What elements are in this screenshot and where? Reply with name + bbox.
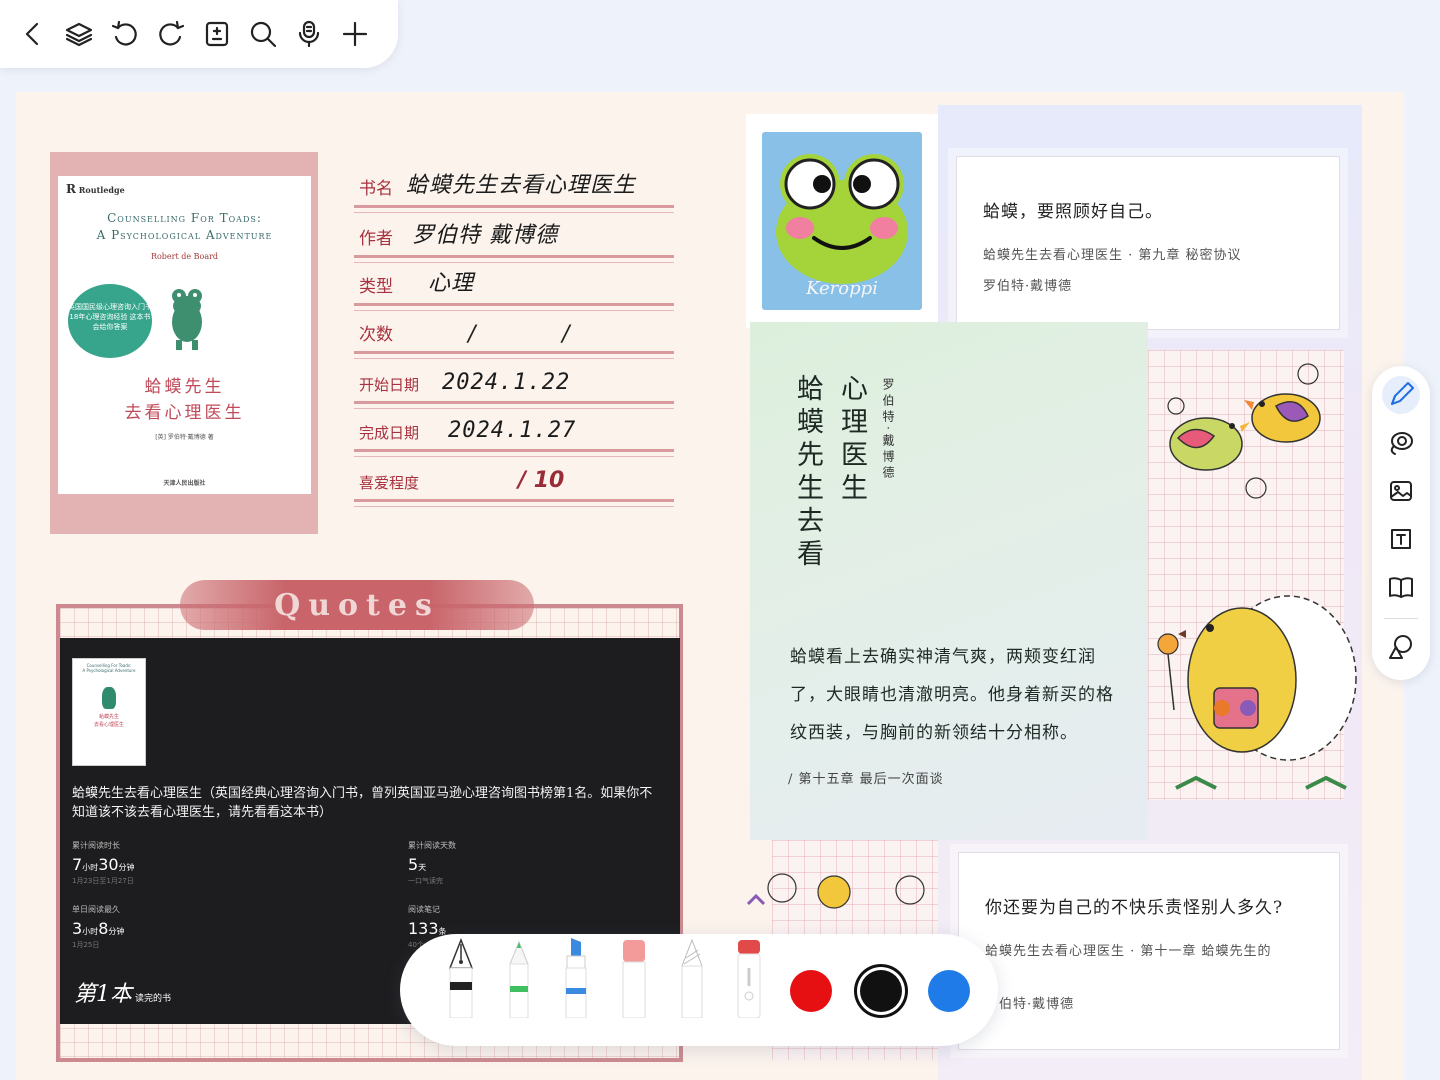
redo-icon[interactable] <box>152 15 190 53</box>
vertical-author: 罗伯特·戴博德 <box>881 378 895 482</box>
cover-credit: [英] 罗伯特·戴博德 著 <box>155 434 214 441</box>
book-name-value: 蛤蟆先生去看心理医生 <box>406 173 637 198</box>
vertical-title-col2: 心理医生 <box>836 374 867 506</box>
lasso-pen-icon[interactable] <box>734 934 764 1018</box>
quote-1-author: 罗伯特·戴博德 <box>983 279 1073 294</box>
quote-1-source: 蛤蟆先生去看心理医生 · 第九章 秘密协议 <box>983 248 1242 263</box>
blue-marker-icon[interactable] <box>562 936 590 1018</box>
title-card-source: / 第十五章 最后一次面谈 <box>788 772 944 787</box>
quotes-banner: Quotes <box>180 580 534 630</box>
cover-english-title: Counselling For Toads: A Psychological A… <box>96 211 273 242</box>
microphone-icon[interactable] <box>290 15 328 53</box>
start-date-row[interactable]: 开始日期 2024.1.22 <box>354 360 674 409</box>
quote-card-1[interactable]: 蛤蟆，要照顾好自己。 蛤蟆先生去看心理医生 · 第九章 秘密协议 罗伯特·戴博德 <box>956 156 1340 330</box>
cover-press: 天津人民出版社 <box>163 480 206 487</box>
rail-divider <box>1384 618 1418 619</box>
search-icon[interactable] <box>244 15 282 53</box>
right-tool-rail <box>1372 366 1430 680</box>
stat-total-time: 累计阅读时长 7小时30分钟 1月23日至1月27日 <box>72 841 135 885</box>
keroppi-sticker: Keroppi <box>762 132 922 310</box>
color-swatch-black[interactable] <box>860 970 902 1012</box>
rating-row[interactable]: 喜爱程度 / 10 <box>354 458 674 507</box>
mini-frog-icon <box>102 687 116 709</box>
book-icon[interactable] <box>1382 568 1420 606</box>
start-date-label: 开始日期 <box>359 376 420 394</box>
book-description: 蛤蟆先生去看心理医生（英国经典心理咨询入门书，曾列英国亚马逊心理咨询图书榜第1名… <box>72 786 653 820</box>
cover-badge: 英国国民级心理咨询入门书 18年心理咨询经验 这本书会给你答案 <box>68 284 152 358</box>
stat-total-days: 累计阅读天数 5天 一口气读完 <box>408 841 456 885</box>
top-toolbar <box>0 0 398 68</box>
finish-date-label: 完成日期 <box>359 424 420 442</box>
green-pencil-icon[interactable] <box>506 938 532 1018</box>
hedgehog-sticker <box>1157 595 1357 790</box>
cover-author: Robert de Board <box>150 252 219 261</box>
pen-palette <box>400 934 998 1046</box>
books-finished-count: 第1本 读完的书 <box>74 982 172 1007</box>
quote-2-author: 罗伯特·戴博德 <box>985 997 1075 1012</box>
author-row[interactable]: 作者 罗伯特 戴博德 <box>354 214 674 263</box>
birds-sticker <box>1167 363 1321 499</box>
times-divider-2: / <box>562 322 570 347</box>
pen-icon[interactable] <box>1382 376 1420 414</box>
start-date-value: 2024.1.22 <box>442 370 571 395</box>
color-swatch-red[interactable] <box>790 970 832 1012</box>
finish-date-row[interactable]: 完成日期 2024.1.27 <box>354 408 674 457</box>
author-label: 作者 <box>359 229 393 249</box>
pencil-icon[interactable] <box>678 936 706 1018</box>
type-value: 心理 <box>428 271 475 296</box>
type-label: 类型 <box>359 277 393 297</box>
stat-longest-day: 单日阅读最久 3小时8分钟 1月25日 <box>72 905 125 949</box>
times-label: 次数 <box>359 325 393 345</box>
times-divider-1: / <box>468 322 476 347</box>
flowers-sticker <box>746 873 925 909</box>
title-card-paragraph: 蛤蟆看上去确实神清气爽，两颊变红润了，大眼睛也清澈明亮。他身着新买的格纹西装，与… <box>790 647 1114 743</box>
rating-label: 喜爱程度 <box>359 474 420 492</box>
quote-card-2[interactable]: 你还要为自己的不快乐责怪别人多久? 蛤蟆先生去看心理医生 · 第十一章 蛤蟆先生… <box>958 852 1340 1050</box>
vertical-title-col1: 蛤蟆先生去看 <box>792 374 823 572</box>
color-swatch-blue[interactable] <box>928 970 970 1012</box>
book-cover[interactable]: R Routledge Counselling For Toads: A Psy… <box>58 176 311 494</box>
image-icon[interactable] <box>1382 472 1420 510</box>
keroppi-label: Keroppi <box>805 278 878 299</box>
type-row[interactable]: 类型 心理 <box>354 262 674 311</box>
finish-date-value: 2024.1.27 <box>448 418 577 443</box>
mini-book-cover: Counselling For Toads: A Psychological A… <box>72 658 146 766</box>
back-icon[interactable] <box>14 15 52 53</box>
quote-2-source: 蛤蟆先生去看心理医生 · 第十一章 蛤蟆先生的 <box>985 944 1272 959</box>
quote-1-text: 蛤蟆，要照顾好自己。 <box>983 202 1163 222</box>
add-icon[interactable] <box>336 15 374 53</box>
undo-icon[interactable] <box>106 15 144 53</box>
rating-value: / 10 <box>518 468 565 493</box>
text-box-icon[interactable] <box>1382 520 1420 558</box>
book-name-row[interactable]: 书名 蛤蟆先生去看心理医生 <box>354 164 674 213</box>
cover-chinese-title: 蛤蟆先生 去看心理医生 <box>124 377 245 423</box>
cover-publisher: R Routledge <box>66 182 125 196</box>
quote-2-text: 你还要为自己的不快乐责怪别人多久? <box>985 898 1284 918</box>
layers-icon[interactable] <box>60 15 98 53</box>
fountain-pen-icon[interactable] <box>446 938 476 1018</box>
shapes-icon[interactable] <box>1382 628 1420 666</box>
page-sort-icon[interactable] <box>198 15 236 53</box>
lasso-icon[interactable] <box>1382 424 1420 462</box>
eraser-icon[interactable] <box>620 936 648 1018</box>
times-row[interactable]: 次数 / / <box>354 310 674 359</box>
frog-illustration <box>172 289 202 350</box>
author-value: 罗伯特 戴博德 <box>412 223 558 248</box>
